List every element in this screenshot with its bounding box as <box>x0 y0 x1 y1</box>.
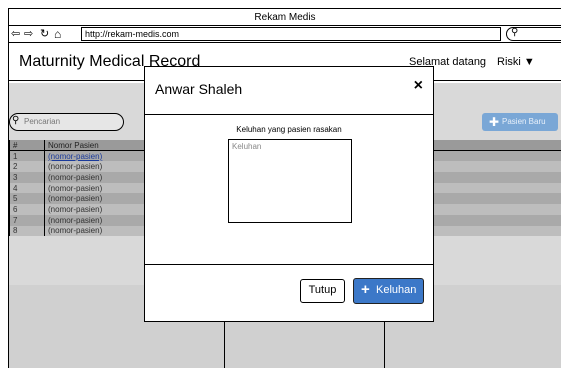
forward-arrow-icon[interactable]: ⇨ <box>24 28 33 40</box>
modal-header: Anwar Shaleh × <box>145 67 433 115</box>
user-menu[interactable]: Riski ▼ <box>497 56 535 68</box>
complaint-placeholder: Keluhan <box>232 142 262 151</box>
complaint-textarea[interactable]: Keluhan <box>228 139 352 223</box>
add-complaint-button[interactable]: + Keluhan <box>353 278 424 304</box>
modal-title: Anwar Shaleh <box>155 81 243 97</box>
search-icon: ⚲ <box>511 27 519 38</box>
address-bar: ⇦ ⇨ ↻ ⌂ http://rekam-medis.com ⚲ <box>9 26 561 43</box>
close-button[interactable]: Tutup <box>300 279 345 303</box>
window-title: Rekam Medis <box>9 9 561 26</box>
complaint-modal: Anwar Shaleh × Keluhan yang pasien rasak… <box>144 66 434 322</box>
browser-search-input[interactable]: ⚲ <box>506 27 561 41</box>
plus-icon: ✚ <box>489 115 500 129</box>
close-icon[interactable]: × <box>414 77 423 95</box>
url-field[interactable]: http://rekam-medis.com <box>81 27 501 41</box>
patient-search-input[interactable]: ⚲ Pencarian <box>9 113 124 131</box>
modal-body: Keluhan yang pasien rasakan Keluhan <box>145 115 433 265</box>
column-header: # <box>9 140 45 152</box>
patient-number-link[interactable]: (nomor-pasien) <box>48 152 102 161</box>
back-arrow-icon[interactable]: ⇦ <box>11 28 20 40</box>
search-icon: ⚲ <box>12 115 20 126</box>
search-placeholder: Pencarian <box>24 117 61 126</box>
new-patient-button[interactable]: ✚ Pasien Baru <box>482 113 558 131</box>
modal-footer: Tutup + Keluhan <box>145 265 433 321</box>
home-icon[interactable]: ⌂ <box>54 28 61 40</box>
complaint-label: Keluhan yang pasien rasakan <box>236 125 342 134</box>
reload-icon[interactable]: ↻ <box>40 28 49 40</box>
plus-icon: + <box>361 281 370 298</box>
